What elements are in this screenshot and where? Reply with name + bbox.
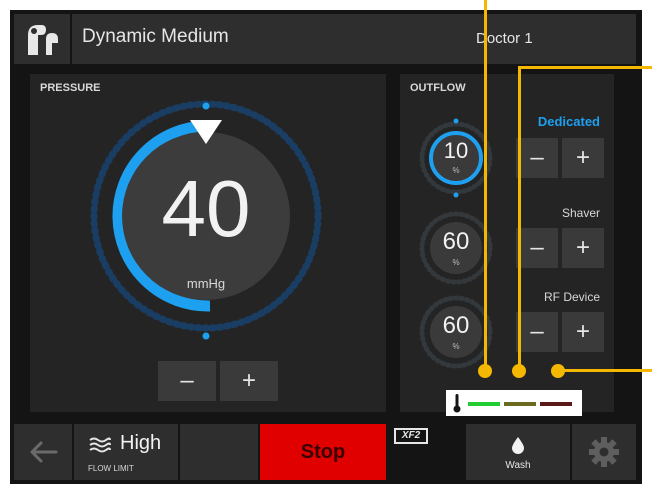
back-arrow-icon (30, 441, 58, 463)
callout-line-1-vertical (484, 0, 487, 371)
wash-label: Wash (505, 460, 531, 471)
user-name[interactable]: Doctor 1 (466, 14, 636, 64)
shaver-increase-button[interactable]: + (562, 228, 604, 268)
callout-dot-2 (512, 364, 526, 378)
outflow-value-dedicated: 10 (443, 138, 469, 163)
temp-bar-red (540, 402, 572, 406)
callout-line-2-vertical (518, 66, 521, 371)
flow-limit-label: FLOW LIMIT (88, 464, 134, 473)
waves-icon (89, 437, 111, 453)
blank-button (180, 424, 258, 480)
logo (14, 14, 70, 64)
header: Dynamic Medium Doctor 1 (10, 10, 642, 66)
pressure-value: 40 (161, 164, 251, 253)
temp-bar-yellow (504, 402, 536, 406)
callout-line-2-horizontal (518, 66, 652, 69)
pressure-increase-button[interactable]: + (220, 361, 278, 401)
settings-button[interactable] (572, 424, 636, 480)
app-screen: Dynamic Medium Doctor 1 PRESSURE 40 mmHg… (10, 10, 642, 484)
temperature-indicator (446, 390, 582, 416)
dedicated-increase-button[interactable]: + (562, 138, 604, 178)
outflow-unit-dedicated: % (452, 166, 460, 175)
xf2-badge: XF2 (394, 428, 428, 444)
pressure-decrease-button[interactable]: – (158, 361, 216, 401)
temp-bar-green (468, 402, 500, 406)
shaver-decrease-button[interactable]: – (516, 228, 558, 268)
back-button[interactable] (14, 424, 72, 480)
thermometer-icon (453, 394, 461, 413)
outflow-panel: OUTFLOW Dedicated 10 % – + Shaver 60 % –… (400, 74, 614, 412)
flow-limit-value: High (120, 432, 162, 454)
outflow-title: OUTFLOW (410, 82, 466, 94)
outflow-label-shaver: Shaver (561, 206, 600, 220)
outflow-unit-shaver: % (452, 258, 460, 267)
logo-icon (28, 25, 58, 55)
gear-icon (589, 437, 619, 467)
outflow-value-rf-device: 60 (442, 312, 470, 339)
callout-dot-1 (478, 364, 492, 378)
flow-limit-button[interactable]: High FLOW LIMIT (74, 424, 178, 480)
outflow-label-rf-device: RF Device (543, 290, 600, 304)
bottom-bar: High FLOW LIMIT Stop XF2 Wash (10, 420, 642, 484)
callout-dot-3 (551, 364, 565, 378)
stop-button[interactable]: Stop (260, 424, 386, 480)
wash-button[interactable]: Wash (466, 424, 570, 480)
dedicated-decrease-button[interactable]: – (516, 138, 558, 178)
mode-title[interactable]: Dynamic Medium (72, 14, 468, 64)
drop-icon (512, 437, 524, 454)
pressure-unit: mmHg (186, 276, 226, 291)
outflow-label-dedicated: Dedicated (537, 114, 600, 129)
rf-device-decrease-button[interactable]: – (516, 312, 558, 352)
rf-device-increase-button[interactable]: + (562, 312, 604, 352)
callout-line-3-horizontal (558, 369, 652, 372)
outflow-unit-rf-device: % (452, 342, 460, 351)
outflow-value-shaver: 60 (442, 228, 470, 255)
pressure-panel: PRESSURE 40 mmHg – + (30, 74, 386, 412)
